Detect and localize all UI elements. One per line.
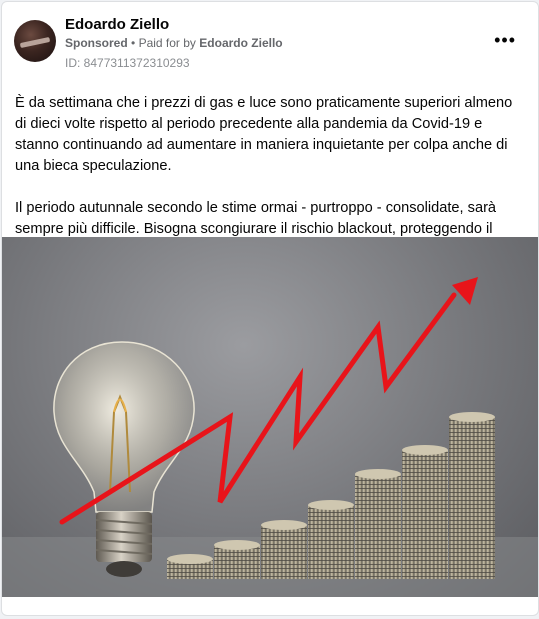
- author-avatar[interactable]: [14, 20, 56, 62]
- post-meta: Sponsored • Paid for by Edoardo Ziello: [65, 36, 283, 50]
- post-paragraph-1: È da settimana che i prezzi di gas e luc…: [15, 95, 513, 174]
- coin-stacks: [167, 412, 495, 579]
- post-image[interactable]: [2, 237, 538, 597]
- post-header: Edoardo Ziello Sponsored • Paid for by E…: [2, 2, 538, 82]
- paid-for-by-prefix: Paid for by: [138, 36, 196, 50]
- sponsored-label[interactable]: Sponsored: [65, 36, 128, 50]
- more-horizontal-icon[interactable]: •••: [494, 30, 516, 51]
- meta-separator: •: [131, 36, 136, 50]
- post-image-illustration: [2, 277, 538, 597]
- ad-id: ID: 8477311372310293: [65, 56, 190, 70]
- payer-name[interactable]: Edoardo Ziello: [199, 36, 282, 50]
- author-name[interactable]: Edoardo Ziello: [65, 16, 169, 33]
- sponsored-post-card: Edoardo Ziello Sponsored • Paid for by E…: [1, 1, 539, 616]
